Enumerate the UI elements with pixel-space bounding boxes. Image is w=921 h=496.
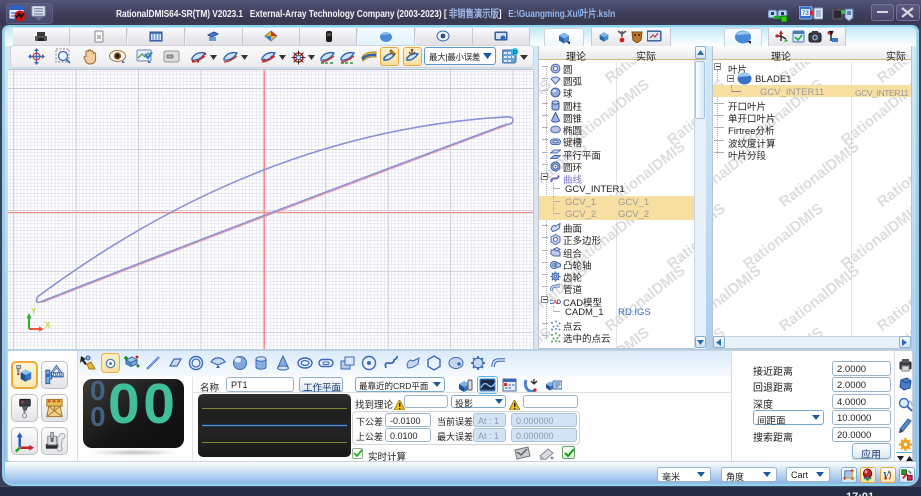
- svg-text:CAD: CAD: [550, 300, 561, 306]
- svg-text:73: 73: [802, 11, 809, 17]
- svg-text:Y: Y: [31, 307, 37, 316]
- svg-text:X: X: [45, 321, 51, 330]
- svg-text:D: D: [513, 50, 517, 56]
- svg-text:V: V: [883, 471, 890, 481]
